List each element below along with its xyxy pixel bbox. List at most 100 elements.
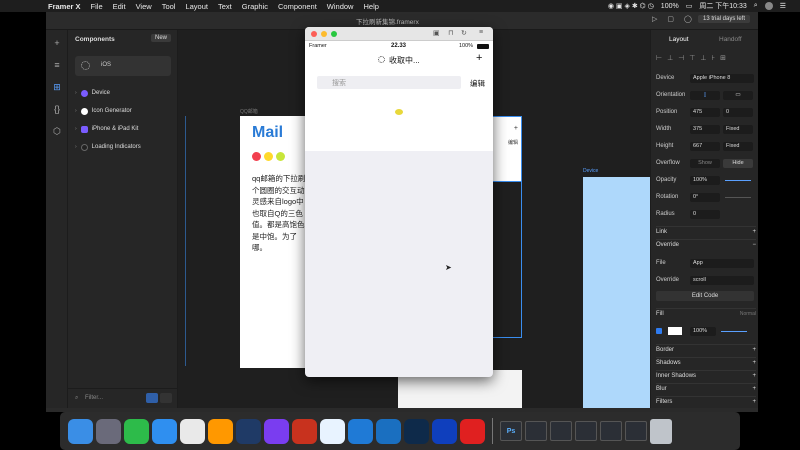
radius-input[interactable]: 0 (690, 209, 720, 219)
code-icon[interactable]: {} (52, 104, 62, 114)
wechat-icon[interactable] (124, 418, 149, 444)
filters-section[interactable]: Filters + (656, 396, 756, 406)
rotation-slider[interactable] (725, 196, 751, 198)
menu-tool[interactable]: Tool (162, 2, 176, 11)
add-icon[interactable]: + (752, 229, 756, 235)
component-item-loading-indicators[interactable]: › Loading Indicators (75, 142, 141, 152)
photoshop-window-icon[interactable]: Ps (500, 421, 522, 441)
menu-edit[interactable]: Edit (113, 2, 126, 11)
chrome-icon[interactable] (180, 418, 205, 444)
netease-music-icon[interactable] (460, 418, 485, 444)
layers-icon[interactable]: ≡ (52, 60, 62, 70)
fill-color-swatch[interactable] (668, 327, 682, 335)
add-icon[interactable]: + (752, 360, 756, 366)
component-item-icon-generator[interactable]: › Icon Generator (75, 106, 132, 116)
search-icon[interactable]: ⌕ (754, 2, 758, 10)
position-x-input[interactable]: 475 (690, 107, 720, 117)
search-input[interactable]: 搜索 (317, 76, 461, 89)
preview-window[interactable]: ▣ ⊓ ↻ ≡ Framer 22.33 100% 收取中... + 搜索 编辑… (305, 27, 493, 377)
minimized-window-icon[interactable] (550, 421, 572, 441)
menu-text[interactable]: Text (218, 2, 232, 11)
override-section[interactable]: Override − (656, 239, 756, 249)
add-icon[interactable]: + (52, 38, 62, 48)
fill-section[interactable]: Fill Normal (656, 308, 756, 318)
rotation-input[interactable]: 0° (690, 192, 720, 202)
overflow-show-button[interactable]: Show (690, 158, 720, 168)
paw-icon[interactable] (292, 418, 317, 444)
menu-app-name[interactable]: Framer X (48, 2, 81, 11)
safari-icon[interactable] (152, 418, 177, 444)
edit-button[interactable]: 编辑 (470, 78, 485, 89)
opacity-input[interactable]: 100% (690, 175, 720, 185)
width-mode-select[interactable]: Fixed (723, 124, 753, 134)
tab-handoff[interactable]: Handoff (719, 36, 742, 43)
minimized-window-icon[interactable] (625, 421, 647, 441)
minimized-window-icon[interactable] (575, 421, 597, 441)
menu-component[interactable]: Component (278, 2, 317, 11)
sublime-icon[interactable] (208, 418, 233, 444)
cinema4d-icon[interactable] (236, 418, 261, 444)
add-icon[interactable]: + (752, 386, 756, 392)
opacity-slider[interactable] (725, 179, 751, 181)
portrait-button[interactable]: ▯ (690, 90, 720, 100)
play-icon[interactable]: ▷ (652, 15, 657, 23)
menu-help[interactable]: Help (363, 2, 378, 11)
menu-layout[interactable]: Layout (185, 2, 208, 11)
fill-mode[interactable]: Normal (740, 311, 756, 317)
width-input[interactable]: 375 (690, 124, 720, 134)
tab-layout[interactable]: Layout (669, 36, 689, 43)
photoshop-icon[interactable] (404, 418, 429, 444)
shadows-section[interactable]: Shadows + (656, 357, 756, 367)
preview-device-icon[interactable]: ▣ (433, 29, 440, 37)
menu-graphic[interactable]: Graphic (242, 2, 268, 11)
landscape-button[interactable]: ▭ (723, 90, 753, 100)
menu-icon[interactable]: ≡ (479, 29, 483, 36)
border-section[interactable]: Border + (656, 344, 756, 354)
trash-icon[interactable] (650, 418, 672, 444)
launchpad-icon[interactable] (96, 418, 121, 444)
trial-badge[interactable]: 13 trial days left (698, 15, 751, 23)
close-button[interactable] (311, 31, 317, 37)
component-item-iphone-kit[interactable]: › iPhone & iPad Kit (75, 124, 138, 134)
height-input[interactable]: 667 (690, 141, 720, 151)
height-mode-select[interactable]: Fixed (723, 141, 753, 151)
fill-opacity-input[interactable]: 100% (690, 326, 716, 336)
add-icon[interactable]: + (752, 399, 756, 405)
add-icon[interactable]: + (752, 347, 756, 353)
overflow-hide-button[interactable]: Hide (723, 158, 753, 168)
battery-icon[interactable]: ▭ (686, 2, 693, 10)
mirror-icon[interactable]: ▢ (667, 15, 674, 23)
affinity-icon[interactable] (264, 418, 289, 444)
menu-file[interactable]: File (91, 2, 103, 11)
edit-code-button[interactable]: Edit Code (656, 291, 754, 301)
clock-text[interactable]: 周二 下午10:33 (699, 1, 746, 11)
menu-list-icon[interactable]: ☰ (780, 2, 786, 10)
inner-shadows-section[interactable]: Inner Shadows + (656, 370, 756, 380)
override-select[interactable]: scroll (690, 275, 754, 285)
affinity-designer-icon[interactable] (376, 418, 401, 444)
add-icon[interactable]: + (752, 373, 756, 379)
components-icon[interactable]: ⊞ (52, 82, 62, 92)
new-component-button[interactable]: New (150, 34, 171, 42)
article-card[interactable]: Mail qq邮箱的下拉刷个圆圈的交互动灵感来自logo中也取自Q的三色值。都是… (240, 116, 306, 368)
finder-icon[interactable] (68, 418, 93, 444)
blur-section[interactable]: Blur + (656, 383, 756, 393)
avatar[interactable] (764, 2, 773, 10)
baidu-icon[interactable] (320, 418, 345, 444)
minimize-button[interactable] (321, 31, 327, 37)
align-tools[interactable]: ⊢⊥⊣⊤⊥⊦⊞ (656, 54, 731, 62)
add-icon[interactable]: + (476, 52, 482, 64)
link-section[interactable]: Link + (656, 226, 756, 236)
store-icon[interactable]: ⬡ (52, 126, 62, 136)
ios-search-result[interactable]: iOS (75, 56, 171, 76)
menu-view[interactable]: View (136, 2, 152, 11)
device-select[interactable]: Apple iPhone 8 (690, 73, 754, 83)
vscode-icon[interactable] (348, 418, 373, 444)
filter-input[interactable]: Filter... (85, 395, 103, 401)
list-view-icon[interactable] (146, 393, 158, 403)
position-y-input[interactable]: 0 (723, 107, 753, 117)
component-item-device[interactable]: › Device (75, 88, 110, 98)
file-select[interactable]: App (690, 258, 754, 268)
fill-slider[interactable] (721, 330, 747, 332)
comment-icon[interactable]: ◯ (684, 15, 692, 23)
